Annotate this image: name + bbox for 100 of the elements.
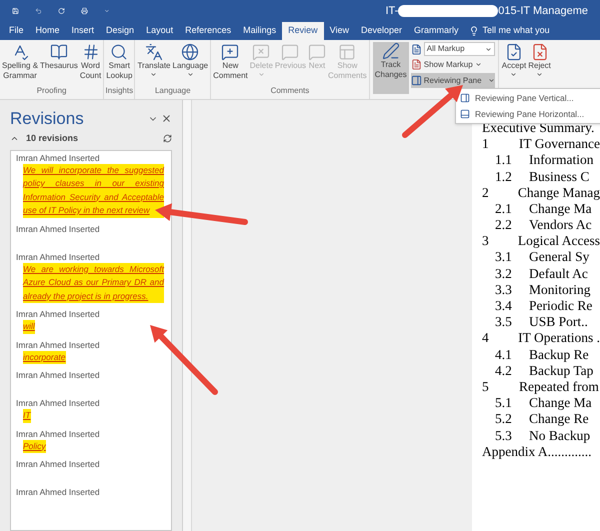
toc-number: 3.2 bbox=[494, 264, 513, 283]
menu-item[interactable]: Reviewing Pane Vertical... bbox=[456, 90, 600, 106]
ribbon-tab[interactable]: Developer bbox=[355, 22, 408, 40]
window-title: IT- bbox=[385, 4, 398, 19]
ribbon-tab[interactable]: File bbox=[3, 22, 30, 40]
comment-icon bbox=[308, 43, 326, 61]
toc-number: 4.1 bbox=[494, 346, 513, 364]
revision-author: Imran Ahmed Inserted bbox=[16, 398, 101, 409]
menu-item[interactable]: Reviewing Pane Horizontal... bbox=[456, 106, 600, 122]
ribbon-button[interactable]: Thesaurus bbox=[39, 43, 79, 71]
inserted-text: We will incorporate the suggested policy clauses in our existing Information Security and Acceptable use of IT Policy in the next review bbox=[23, 164, 164, 218]
languages-icon bbox=[144, 43, 163, 61]
inserted-text: We are working towards Microsoft Azure Cloud as our Primary DR and already the project is in progress. bbox=[23, 262, 164, 303]
ribbon-button[interactable]: Smart Lookup bbox=[105, 43, 134, 81]
group-label: Comments bbox=[270, 85, 310, 97]
toc-number: 2.2 bbox=[494, 216, 513, 234]
ribbon-button[interactable]: New Comment bbox=[212, 43, 249, 81]
close-icon[interactable] bbox=[161, 113, 172, 124]
tell-me-field[interactable]: Tell me what you bbox=[482, 24, 550, 38]
inserted-text: Policy bbox=[23, 440, 46, 453]
accept-icon bbox=[504, 43, 523, 61]
toc-number: 3 bbox=[482, 232, 490, 250]
toc-number: 3.1 bbox=[494, 248, 513, 266]
markup-select[interactable]: All Markup bbox=[424, 42, 495, 56]
toc-number: 2.1 bbox=[494, 200, 513, 218]
toc-number: 5 bbox=[482, 378, 490, 396]
revision-author: Imran Ahmed Inserted bbox=[16, 224, 101, 234]
ribbon-tab[interactable]: Layout bbox=[140, 22, 180, 40]
hash-icon bbox=[82, 43, 100, 61]
caret-icon bbox=[474, 61, 482, 68]
ribbon-tab[interactable]: Design bbox=[100, 22, 140, 40]
comment-delete-icon bbox=[252, 43, 270, 61]
revision-author: Imran Ahmed Inserted bbox=[16, 309, 101, 320]
toc-number: 1 bbox=[482, 135, 490, 154]
panel-icon bbox=[338, 43, 356, 61]
toc-number: 4.2 bbox=[494, 362, 513, 380]
caret-icon bbox=[186, 71, 194, 78]
pane-icon bbox=[410, 75, 422, 86]
globe-icon bbox=[181, 43, 200, 61]
comment-add-icon bbox=[221, 43, 240, 61]
inserted-text: incorporate bbox=[23, 350, 66, 364]
ribbon-tab[interactable]: View bbox=[324, 22, 356, 40]
pane-horizontal-icon bbox=[460, 109, 470, 119]
revision-author: Imran Ahmed Inserted bbox=[16, 252, 101, 262]
lightbulb-icon bbox=[468, 26, 479, 36]
caret-icon bbox=[150, 71, 158, 78]
ribbon-tab[interactable]: Insert bbox=[66, 22, 100, 40]
toc-number: 3.4 bbox=[494, 297, 513, 316]
pane-title: Revisions bbox=[10, 108, 84, 130]
window-title: 015-IT Manageme bbox=[498, 4, 588, 19]
revision-author: Imran Ahmed Inserted bbox=[16, 152, 101, 164]
book-icon bbox=[50, 43, 68, 61]
revision-author: Imran Ahmed Inserted bbox=[16, 459, 101, 470]
document-icon bbox=[410, 59, 422, 70]
revision-author: Imran Ahmed Inserted bbox=[16, 428, 101, 440]
ribbon-tab[interactable]: Review bbox=[282, 22, 324, 40]
revision-author: Imran Ahmed Inserted bbox=[16, 487, 101, 498]
arrow bbox=[150, 325, 218, 395]
toc-number: 5.2 bbox=[494, 410, 513, 428]
ribbon-tab[interactable]: Grammarly bbox=[408, 22, 465, 40]
toc-number: 2 bbox=[482, 184, 490, 202]
reject-icon bbox=[530, 43, 549, 61]
search-icon bbox=[110, 43, 128, 61]
inserted-text: IT bbox=[23, 409, 31, 422]
revision-count: 10 revisions bbox=[26, 132, 78, 145]
toc-number: 3.5 bbox=[494, 313, 513, 332]
caret-icon bbox=[258, 71, 265, 78]
ribbon-button[interactable]: Translate bbox=[136, 43, 172, 78]
toc-number: 1.2 bbox=[494, 168, 513, 186]
caret-icon bbox=[536, 71, 544, 78]
toc-number: 5.1 bbox=[494, 394, 513, 412]
revision-author: Imran Ahmed Inserted bbox=[16, 370, 101, 381]
ribbon-tab[interactable]: References bbox=[179, 22, 238, 40]
inserted-text: will bbox=[23, 320, 35, 334]
group-label: Language bbox=[154, 85, 192, 97]
document-icon bbox=[410, 44, 422, 54]
arrow bbox=[402, 85, 463, 138]
pane-vertical-icon bbox=[460, 93, 470, 103]
toc-number: 4 bbox=[482, 329, 490, 348]
group-label: Proofing bbox=[36, 85, 68, 97]
toc-number: 1.1 bbox=[494, 151, 513, 170]
toc-number: 3.3 bbox=[494, 280, 513, 299]
track-changes-button[interactable]: Track Changes bbox=[372, 42, 409, 94]
ribbon-tab[interactable]: Home bbox=[30, 22, 66, 40]
ribbon-button[interactable]: Word Count bbox=[78, 43, 102, 81]
save-icon[interactable] bbox=[12, 5, 19, 17]
reviewing-pane-button[interactable]: Reviewing Pane bbox=[410, 73, 495, 88]
ribbon-button[interactable]: Language bbox=[172, 43, 210, 78]
show-markup-button[interactable]: Show Markup bbox=[410, 57, 495, 72]
ribbon-button[interactable]: Spelling & Grammar bbox=[1, 43, 40, 81]
caret-icon bbox=[488, 77, 495, 84]
refresh-icon[interactable] bbox=[163, 134, 172, 143]
redo-icon[interactable] bbox=[58, 5, 65, 17]
comment-icon bbox=[281, 43, 300, 61]
caret-icon bbox=[484, 46, 492, 52]
ribbon-tab[interactable]: Mailings bbox=[237, 22, 282, 40]
caret-icon bbox=[510, 71, 518, 78]
pen-icon bbox=[382, 42, 400, 60]
print-preview-icon[interactable] bbox=[80, 5, 88, 17]
group-label: Insights bbox=[105, 85, 134, 97]
